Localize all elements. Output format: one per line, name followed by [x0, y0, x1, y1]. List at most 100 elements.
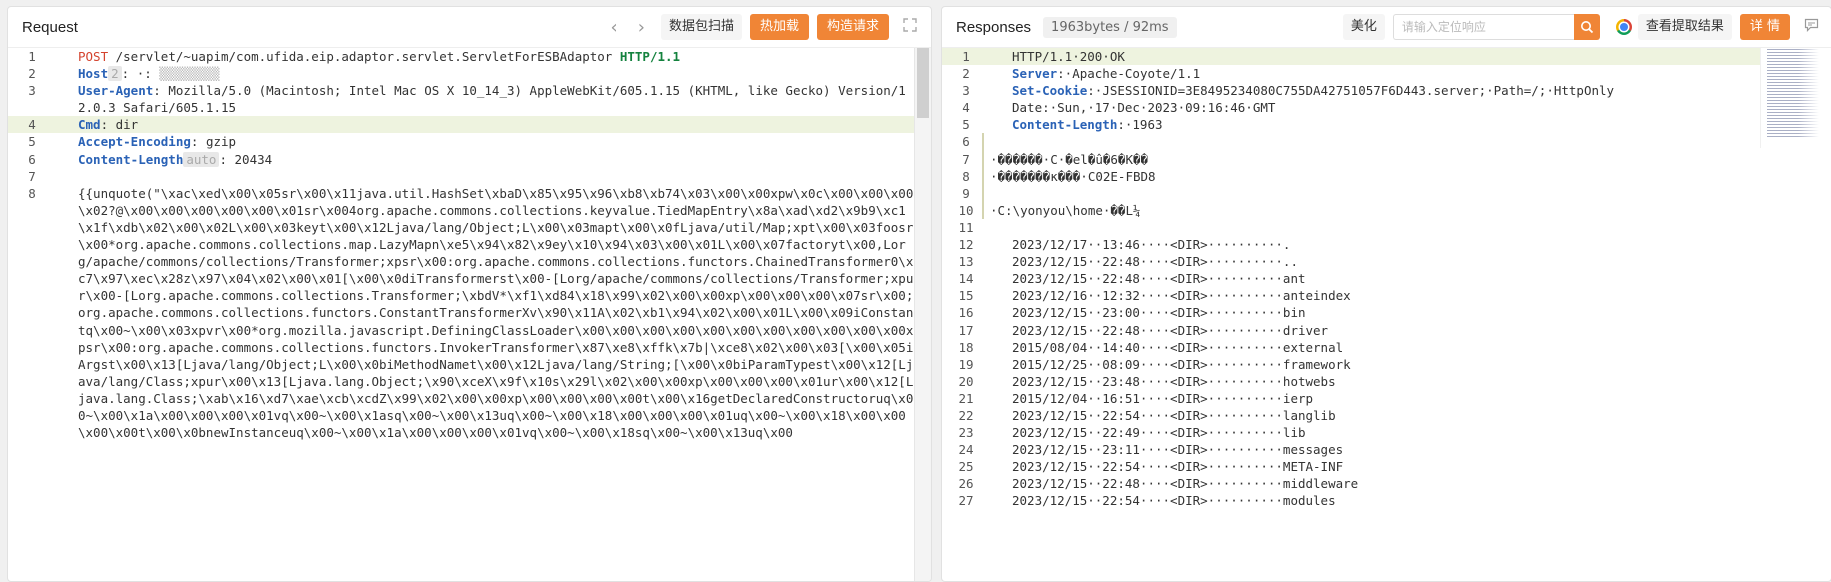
header-value: 2023/12/15··23:00····<DIR>··········bin [1012, 305, 1306, 321]
line-number: 3 [962, 83, 970, 99]
header-badge: auto [183, 151, 220, 167]
response-panel: Responses 1963bytes / 92ms 美化 查看提取结果 详 情… [941, 6, 1831, 582]
next-arrow-icon[interactable]: › [638, 17, 645, 38]
line-number: 14 [958, 271, 974, 287]
header-value: : dir [100, 117, 139, 133]
header-value: 2023/12/15··22:49····<DIR>··········lib [1012, 425, 1306, 441]
line-number: 16 [958, 305, 974, 321]
header-value: 2023/12/15··23:48····<DIR>··········hotw… [1012, 373, 1336, 389]
response-header: Responses 1963bytes / 92ms 美化 查看提取结果 详 情 [942, 7, 1831, 48]
header-value: 2015/08/04··14:40····<DIR>··········exte… [1012, 339, 1344, 355]
code-line: 1 HTTP/1.1·200·OK [942, 48, 1761, 66]
header-value: {{unquote("\xac\xed\x00\x05sr\x00\x11jav… [78, 185, 914, 441]
request-scrollbar[interactable] [914, 48, 931, 581]
code-line: 12 2023/12/17··13:46····<DIR>··········. [942, 236, 1761, 253]
line-text: Content-Length auto: 20434 [56, 151, 272, 168]
line-number: 27 [958, 493, 974, 509]
header-key: Content-Length [78, 151, 184, 167]
line-text: 2015/12/04··16:51····<DIR>··········ierp [990, 390, 1313, 407]
line-text: Content-Length:·1963 [990, 116, 1163, 133]
line-number: 1 [962, 49, 970, 64]
header-value: :·JSESSIONID=3E8495234080C755DA42751057F… [1087, 83, 1615, 99]
code-line: 2 Host 2: ·: ▒▒▒▒▒▒▒▒ [8, 65, 915, 82]
header-value: 2023/12/15··22:48····<DIR>··········midd… [1012, 476, 1359, 492]
detail-button[interactable]: 详 情 [1739, 14, 1790, 40]
search-icon[interactable] [1573, 14, 1600, 40]
line-text: Cmd: dir [56, 116, 138, 133]
locate-search [1392, 14, 1600, 40]
header-key: Host [78, 66, 109, 82]
header-value: 2023/12/15··22:54····<DIR>··········lang… [1012, 407, 1336, 423]
header-value: : ·: [121, 66, 152, 82]
locate-response-input[interactable] [1392, 14, 1574, 40]
line-text: 2023/12/15··22:54····<DIR>··········lang… [990, 407, 1336, 424]
masked-host: ▒▒▒▒▒▒▒▒ [151, 66, 220, 82]
code-line: 3 Set-Cookie:·JSESSIONID=3E8495234080C755… [942, 82, 1761, 99]
code-line: 18 2015/08/04··14:40····<DIR>··········ex… [942, 339, 1761, 356]
header-value: ·C:\yonyou\home·��L¼ [990, 202, 1141, 218]
code-line: 5 Content-Length:·1963 [942, 116, 1761, 133]
header-value: Date:·Sun,·17·Dec·2023·09:16:46·GMT [1012, 100, 1276, 116]
header-value: 2015/12/25··08:09····<DIR>··········fram… [1012, 356, 1351, 372]
header-value: : 20434 [219, 151, 273, 167]
line-text [982, 184, 990, 202]
code-line: 21 2015/12/04··16:51····<DIR>··········ie… [942, 390, 1761, 407]
build-request-button[interactable]: 构造请求 [816, 14, 889, 40]
prev-arrow-icon[interactable]: ‹ [611, 17, 618, 38]
line-number: 22 [958, 407, 974, 423]
chrome-icon[interactable] [1615, 19, 1632, 35]
code-line: 19 2015/12/25··08:09····<DIR>··········fr… [942, 356, 1761, 373]
line-number: 11 [958, 219, 974, 235]
view-extract-button[interactable]: 查看提取结果 [1637, 14, 1732, 40]
comment-icon[interactable] [1804, 18, 1819, 36]
header-value: 2023/12/15··22:48····<DIR>··········ant [1012, 271, 1306, 287]
line-number: 17 [958, 322, 974, 338]
line-number: 26 [958, 476, 974, 492]
line-number: 23 [958, 425, 974, 441]
response-title: Responses [956, 18, 1032, 36]
code-line: 11 [942, 219, 1761, 236]
code-line: 14 2023/12/15··22:48····<DIR>··········an… [942, 270, 1761, 287]
minimap-preview[interactable] [1767, 49, 1819, 139]
response-viewer[interactable]: 1 HTTP/1.1·200·OK 2 Server:·Apache-Coyote/1… [942, 48, 1761, 581]
line-text [56, 168, 78, 185]
header-badge: 2 [108, 66, 122, 82]
code-line: 3 User-Agent: Mozilla/5.0 (Macintosh; Int… [8, 82, 915, 116]
code-line: 5 Accept-Encoding: gzip [8, 133, 915, 150]
line-text: Date:·Sun,·17·Dec·2023·09:16:46·GMT [990, 99, 1275, 116]
header-value: : Mozilla/5.0 (Macintosh; Intel Mac OS X… [78, 83, 906, 116]
code-line: 6 [942, 133, 1761, 151]
request-editor[interactable]: 1 POST /servlet/~uapim/com.ufida.eip.adap… [8, 48, 915, 581]
line-number: 18 [958, 339, 974, 355]
line-number: 24 [958, 442, 974, 458]
hot-load-button[interactable]: 热加载 [749, 14, 809, 40]
line-number: 12 [958, 237, 974, 253]
request-path: /servlet/~uapim/com.ufida.eip.adaptor.se… [108, 49, 620, 64]
header-key: Content-Length [1012, 117, 1118, 133]
packet-scan-button[interactable]: 数据包扫描 [660, 14, 742, 40]
header-key: Accept-Encoding [78, 134, 191, 150]
scrollbar-thumb[interactable] [917, 48, 929, 118]
header-value: ·�������к���·C02E-FBD8 [990, 168, 1156, 184]
code-line: 20 2023/12/15··23:48····<DIR>··········ho… [942, 373, 1761, 390]
expand-icon[interactable] [903, 18, 917, 36]
code-line: 22 2023/12/15··22:54····<DIR>··········la… [942, 407, 1761, 424]
beautify-button[interactable]: 美化 [1342, 14, 1385, 40]
line-text: 2023/12/15··22:48····<DIR>··········ant [990, 270, 1306, 287]
line-number: 25 [958, 459, 974, 475]
header-value: 2023/12/15··22:54····<DIR>··········META… [1012, 459, 1344, 475]
code-line: 2 Server:·Apache-Coyote/1.1 [942, 65, 1761, 82]
line-text: 2023/12/15··23:48····<DIR>··········hotw… [990, 373, 1336, 390]
line-text: POST /servlet/~uapim/com.ufida.eip.adapt… [56, 48, 680, 65]
code-line: 7 [8, 168, 915, 185]
header-value: HTTP/1.1·200·OK [1012, 49, 1125, 64]
header-value: 2023/12/17··13:46····<DIR>··········. [1012, 237, 1291, 253]
code-line: 15 2023/12/16··12:32····<DIR>··········an… [942, 287, 1761, 304]
line-text: ·������·C·�el�û�6�K�� [982, 150, 1148, 168]
code-line: 1 POST /servlet/~uapim/com.ufida.eip.adap… [8, 48, 915, 65]
http-protocol: HTTP/1.1 [619, 49, 681, 64]
code-line: 4 Cmd: dir [8, 116, 915, 134]
line-text: 2023/12/15··23:11····<DIR>··········mess… [990, 441, 1343, 458]
line-text: 2023/12/17··13:46····<DIR>··········. [990, 236, 1290, 253]
line-number: 20 [958, 373, 974, 389]
